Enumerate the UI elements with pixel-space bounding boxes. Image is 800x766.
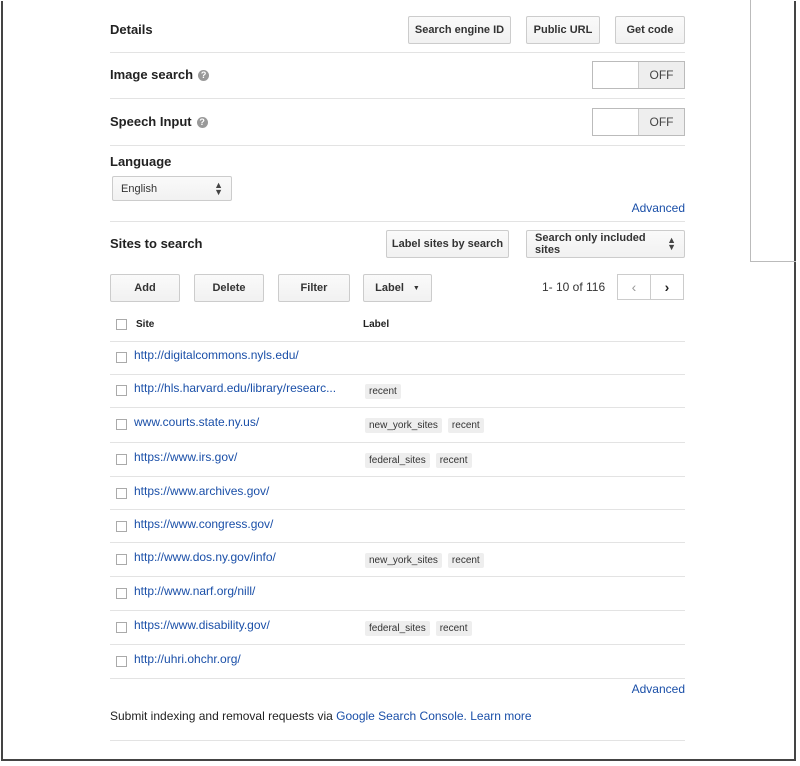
row-checkbox[interactable] xyxy=(116,385,127,396)
table-row: https://www.disability.gov/federal_sites… xyxy=(110,611,685,645)
toggle-state: OFF xyxy=(639,62,684,88)
pagination-text: 1- 10 of 116 xyxy=(542,280,606,294)
row-checkbox[interactable] xyxy=(116,622,127,633)
row-checkbox[interactable] xyxy=(116,554,127,565)
site-link[interactable]: https://www.disability.gov/ xyxy=(134,618,270,632)
help-icon[interactable]: ? xyxy=(198,70,210,81)
row-labels: federal_sites recent xyxy=(365,621,472,636)
label-tag[interactable]: recent xyxy=(447,553,484,568)
footer-text: Submit indexing and removal requests via… xyxy=(110,709,532,723)
label-tag[interactable]: federal_sites xyxy=(365,453,430,468)
footer-prefix: Submit indexing and removal requests via xyxy=(110,709,333,723)
label-sites-button[interactable]: Label sites by search xyxy=(386,230,509,258)
row-labels: recent xyxy=(365,384,401,399)
label-tag[interactable]: recent xyxy=(447,418,484,433)
label-tag[interactable]: new_york_sites xyxy=(365,418,442,433)
updown-icon: ▲ ▼ xyxy=(667,235,676,252)
table-row: http://www.dos.ny.gov/info/new_york_site… xyxy=(110,543,685,577)
chevron-right-icon: › xyxy=(664,279,670,295)
site-link[interactable]: http://digitalcommons.nyls.edu/ xyxy=(134,348,299,362)
site-link[interactable]: https://www.congress.gov/ xyxy=(134,517,273,531)
table-row: https://www.irs.gov/federal_sites recent xyxy=(110,443,685,477)
site-link[interactable]: www.courts.state.ny.us/ xyxy=(134,415,259,429)
row-checkbox[interactable] xyxy=(116,419,127,430)
public-url-button[interactable]: Public URL xyxy=(526,16,600,44)
image-search-toggle[interactable]: OFF xyxy=(592,61,685,89)
row-checkbox[interactable] xyxy=(116,656,127,667)
site-link[interactable]: https://www.irs.gov/ xyxy=(134,450,237,464)
image-search-row: Image search? xyxy=(110,67,210,82)
language-advanced-link[interactable]: Advanced xyxy=(632,201,685,215)
sites-title: Sites to search xyxy=(110,236,203,251)
search-engine-id-button[interactable]: Search engine ID xyxy=(408,16,511,44)
row-checkbox[interactable] xyxy=(116,588,127,599)
toggle-knob xyxy=(593,109,639,135)
site-link[interactable]: https://www.archives.gov/ xyxy=(134,484,269,498)
table-header: Site Label xyxy=(110,308,685,342)
help-icon[interactable]: ? xyxy=(196,117,208,128)
speech-input-label: Speech Input xyxy=(110,114,192,129)
col-site-header: Site xyxy=(136,319,155,330)
row-labels: new_york_sites recent xyxy=(365,553,484,568)
prev-page-button[interactable]: ‹ xyxy=(617,274,651,300)
image-search-label: Image search xyxy=(110,67,194,82)
delete-button[interactable]: Delete xyxy=(194,274,264,302)
col-label-header: Label xyxy=(363,319,390,330)
language-select[interactable]: English ▲ ▼ xyxy=(112,176,232,201)
details-title: Details xyxy=(110,22,153,37)
table-row: http://www.narf.org/nill/ xyxy=(110,577,685,611)
language-title: Language xyxy=(110,154,172,169)
side-panel xyxy=(750,0,796,262)
speech-input-toggle[interactable]: OFF xyxy=(592,108,685,136)
language-value: English xyxy=(121,182,158,195)
row-checkbox[interactable] xyxy=(116,488,127,499)
site-link[interactable]: http://uhri.ohchr.org/ xyxy=(134,652,241,666)
label-tag[interactable]: recent xyxy=(435,453,472,468)
sites-scope-select[interactable]: Search only included sites ▲ ▼ xyxy=(526,230,685,258)
row-checkbox[interactable] xyxy=(116,521,127,532)
row-checkbox[interactable] xyxy=(116,454,127,465)
updown-icon: ▲ ▼ xyxy=(214,179,223,197)
label-tag[interactable]: recent xyxy=(365,384,401,399)
divider xyxy=(110,145,685,146)
filter-button[interactable]: Filter xyxy=(278,274,350,302)
chevron-left-icon: ‹ xyxy=(631,279,637,295)
site-link[interactable]: http://www.dos.ny.gov/info/ xyxy=(134,550,276,564)
table-row: http://hls.harvard.edu/library/researc..… xyxy=(110,374,685,408)
sites-scope-value: Search only included sites xyxy=(535,232,646,256)
label-dropdown-text: Label xyxy=(375,282,404,294)
next-page-button[interactable]: › xyxy=(650,274,684,300)
caret-down-icon: ▼ xyxy=(412,284,420,292)
sites-advanced-link[interactable]: Advanced xyxy=(632,682,685,696)
label-tag[interactable]: recent xyxy=(435,621,472,636)
table-row: www.courts.state.ny.us/new_york_sites rec… xyxy=(110,408,685,443)
row-labels: federal_sites recent xyxy=(365,453,472,468)
search-console-link[interactable]: Google Search Console. xyxy=(336,709,467,723)
divider xyxy=(110,740,685,741)
divider xyxy=(110,221,685,222)
label-tag[interactable]: federal_sites xyxy=(365,621,430,636)
site-link[interactable]: http://www.narf.org/nill/ xyxy=(134,584,255,598)
table-row: http://uhri.ohchr.org/ xyxy=(110,645,685,679)
divider xyxy=(110,98,685,99)
add-button[interactable]: Add xyxy=(110,274,180,302)
table-row: https://www.congress.gov/ xyxy=(110,510,685,543)
toggle-knob xyxy=(593,62,639,88)
table-row: http://digitalcommons.nyls.edu/ xyxy=(110,341,685,375)
table-row: https://www.archives.gov/ xyxy=(110,477,685,510)
label-dropdown-button[interactable]: Label ▼ xyxy=(363,274,432,302)
speech-input-row: Speech Input? xyxy=(110,114,208,129)
divider xyxy=(110,52,685,53)
label-tag[interactable]: new_york_sites xyxy=(365,553,442,568)
row-checkbox[interactable] xyxy=(116,352,127,363)
select-all-checkbox[interactable] xyxy=(116,319,127,330)
learn-more-link[interactable]: Learn more xyxy=(470,709,531,723)
toggle-state: OFF xyxy=(639,109,684,135)
site-link[interactable]: http://hls.harvard.edu/library/researc..… xyxy=(134,381,336,395)
get-code-button[interactable]: Get code xyxy=(615,16,685,44)
row-labels: new_york_sites recent xyxy=(365,418,484,433)
